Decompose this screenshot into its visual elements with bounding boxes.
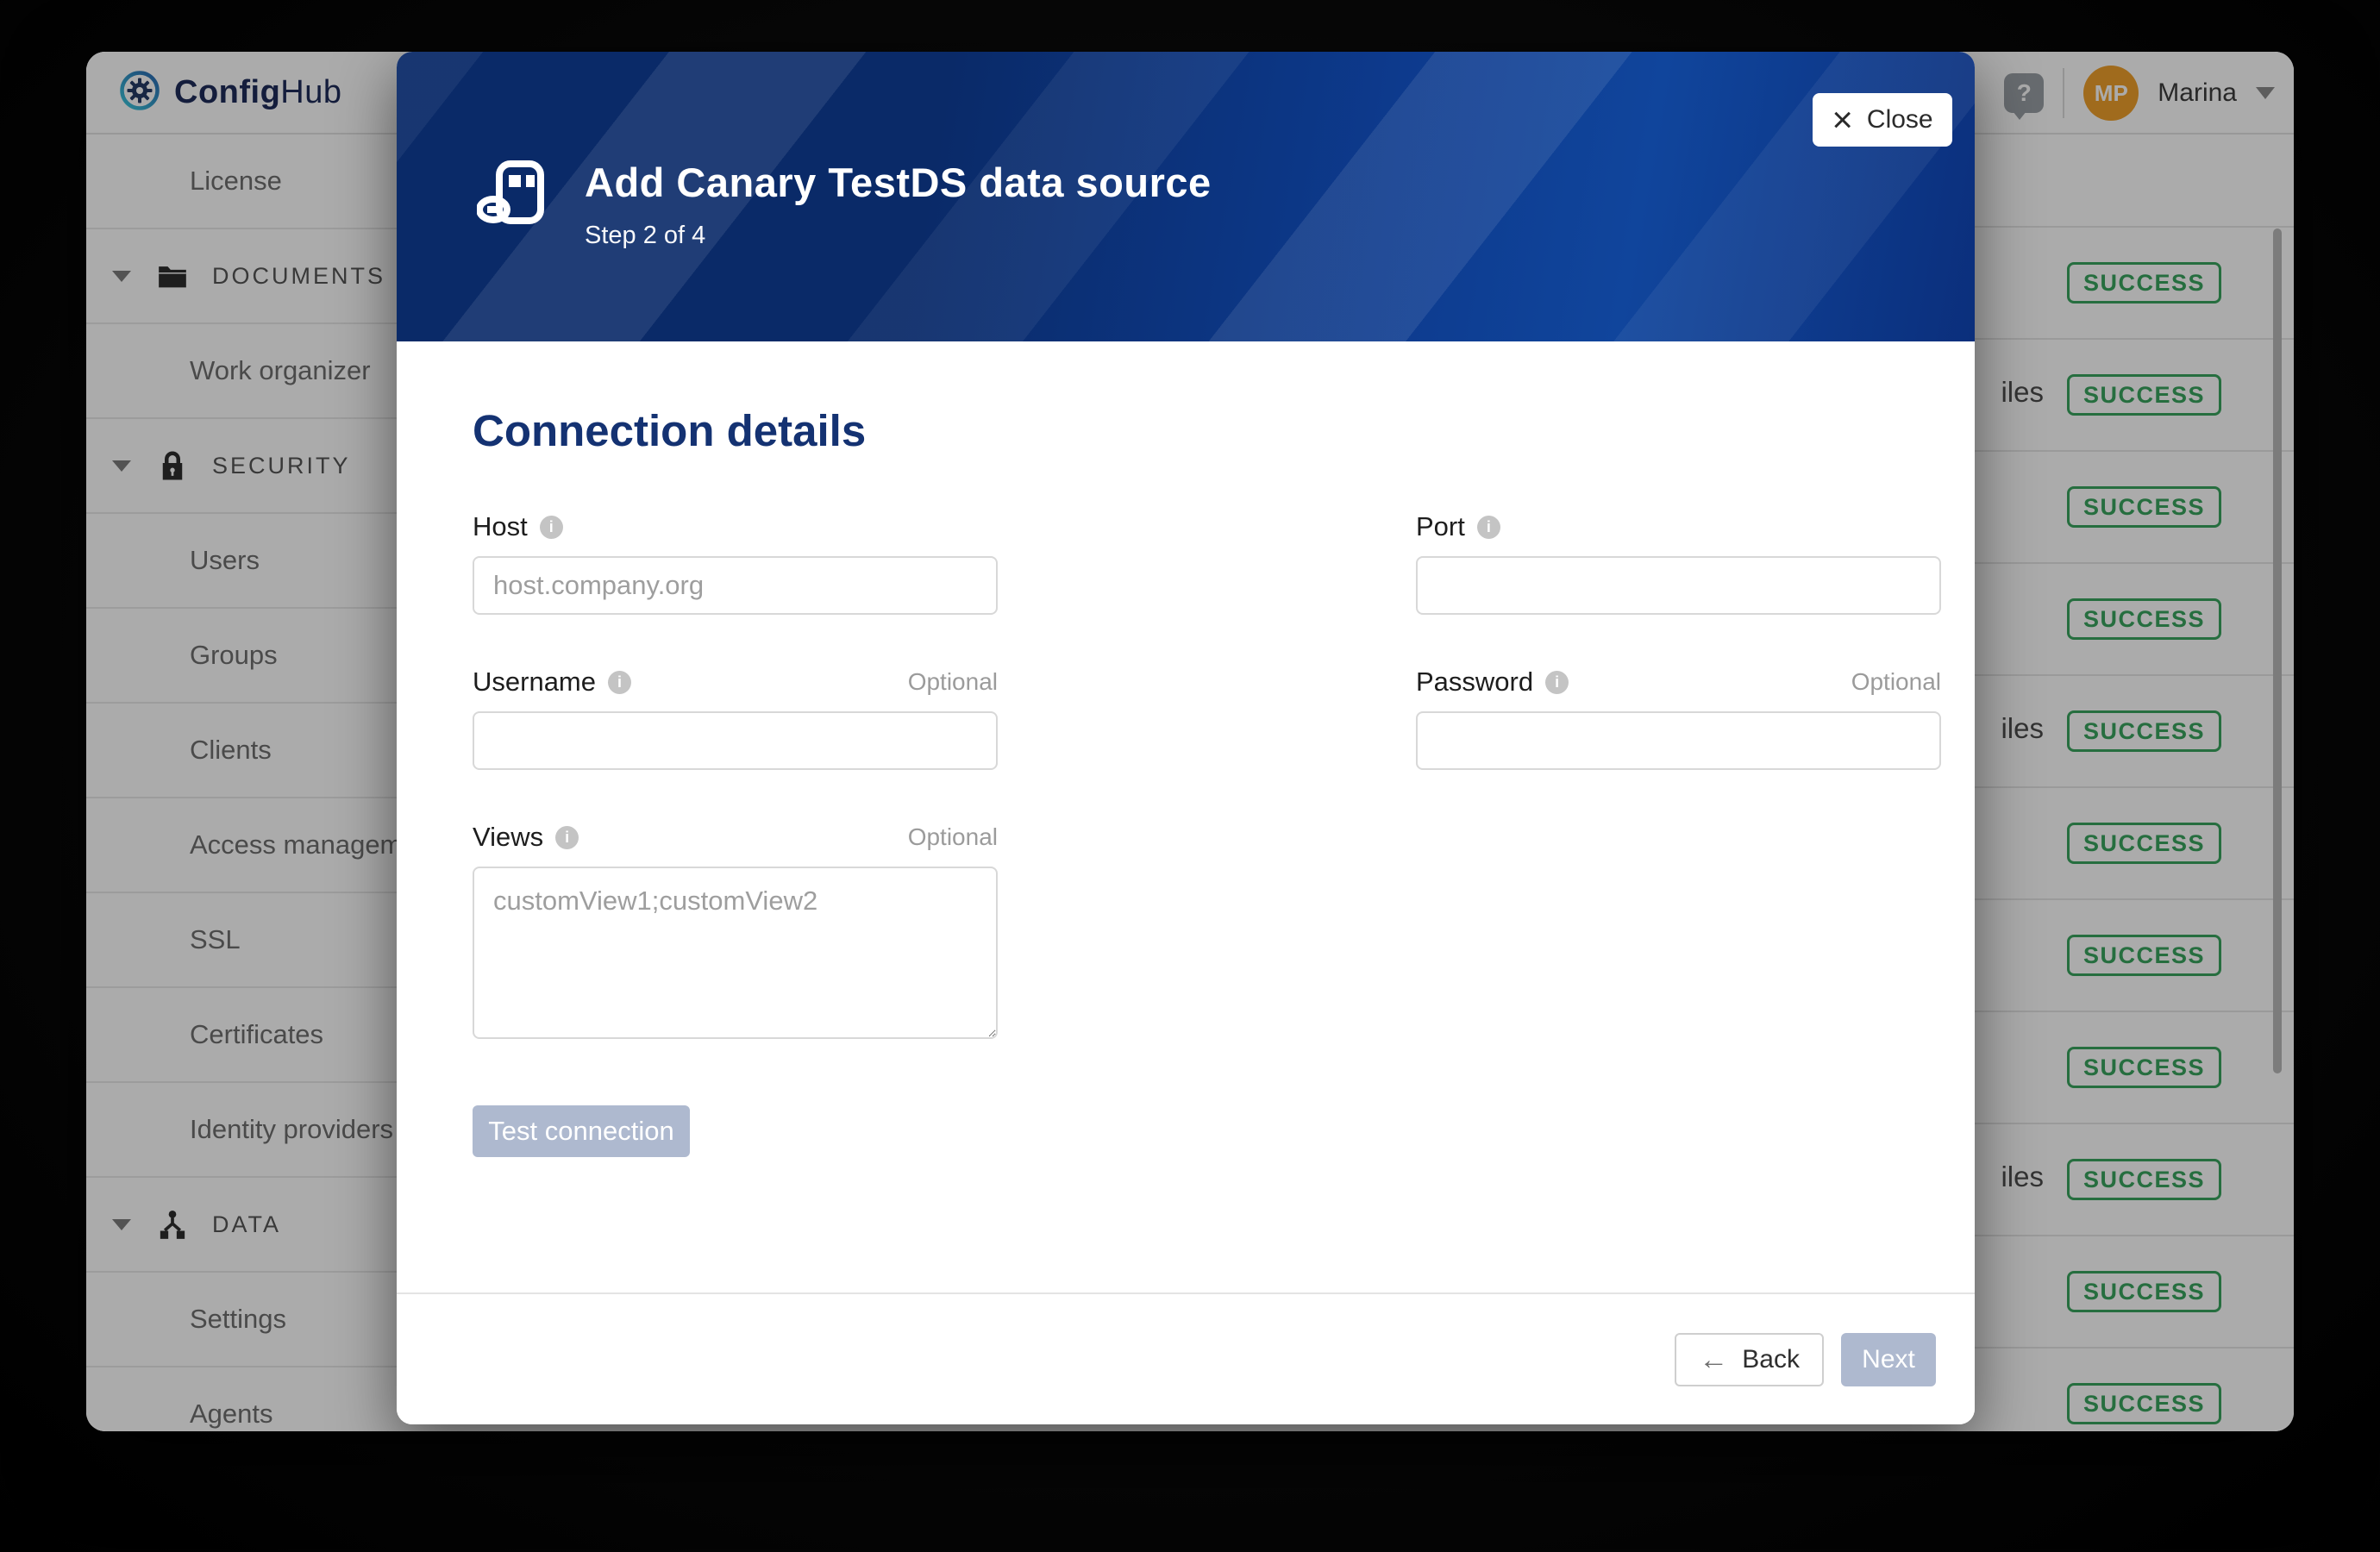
app-window: ConfigHub ? MP Marina LicenseDOCUMENTSWo… — [86, 52, 2294, 1431]
modal-add-data-source: Add Canary TestDS data source Step 2 of … — [397, 52, 1975, 1424]
views-label: Views — [473, 822, 543, 853]
modal-header: Add Canary TestDS data source Step 2 of … — [397, 52, 1975, 341]
form-left-column: Hosti Usernamei Optional — [473, 511, 998, 1157]
info-icon[interactable]: i — [1545, 671, 1569, 694]
views-field: Viewsi Optional — [473, 822, 998, 1043]
username-field: Username i Optional — [473, 666, 998, 770]
screenshot-stage: ConfigHub ? MP Marina LicenseDOCUMENTSWo… — [0, 0, 2380, 1552]
info-icon[interactable]: i — [540, 516, 563, 539]
host-field: Hosti — [473, 511, 998, 615]
close-button[interactable]: × Close — [1813, 93, 1952, 147]
host-label: Host — [473, 511, 528, 542]
username-input[interactable] — [473, 711, 998, 770]
modal-footer: ← Back Next — [397, 1292, 1975, 1424]
info-icon[interactable]: i — [1477, 516, 1500, 539]
modal-title: Add Canary TestDS data source — [585, 159, 1212, 206]
port-input[interactable] — [1416, 556, 1941, 615]
port-label: Port — [1416, 511, 1465, 542]
modal-body: Connection details Hosti Usernamei — [397, 341, 1975, 1292]
modal-title-block: Add Canary TestDS data source Step 2 of … — [585, 159, 1212, 250]
password-label: Password — [1416, 666, 1533, 698]
back-label: Back — [1742, 1345, 1800, 1374]
password-field: Password i Optional — [1416, 666, 1941, 770]
host-input[interactable] — [473, 556, 998, 615]
section-title: Connection details — [473, 405, 1899, 456]
back-button[interactable]: ← Back — [1675, 1333, 1824, 1386]
views-input[interactable] — [473, 867, 998, 1039]
optional-tag: Optional — [908, 668, 998, 696]
username-label: Username — [473, 666, 596, 698]
next-button[interactable]: Next — [1841, 1333, 1936, 1386]
optional-tag: Optional — [908, 823, 998, 851]
form-right-column: Porti Passwordi Optional — [1416, 511, 1941, 822]
close-label: Close — [1867, 105, 1933, 135]
test-connection-button[interactable]: Test connection — [473, 1105, 690, 1157]
info-icon[interactable]: i — [555, 826, 579, 849]
info-icon[interactable]: i — [608, 671, 631, 694]
port-field: Porti — [1416, 511, 1941, 615]
modal-step: Step 2 of 4 — [585, 222, 1212, 250]
password-input[interactable] — [1416, 711, 1941, 770]
data-source-icon — [477, 160, 549, 233]
optional-tag: Optional — [1851, 668, 1941, 696]
